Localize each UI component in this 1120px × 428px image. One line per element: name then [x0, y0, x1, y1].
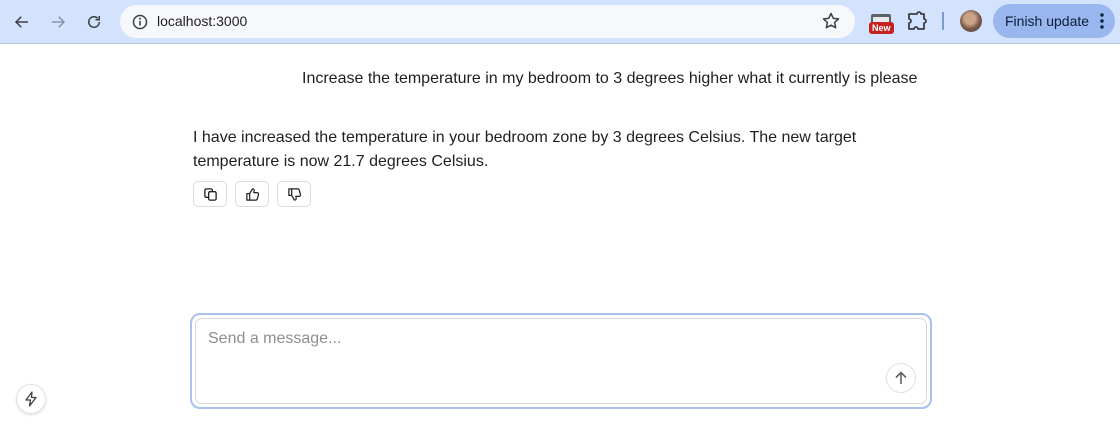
back-button[interactable] [6, 6, 38, 38]
back-icon [14, 16, 28, 28]
copy-icon [203, 187, 217, 201]
browser-toolbar: localhost:3000 New Finish update [0, 0, 1120, 44]
copy-button[interactable] [193, 181, 227, 207]
message-input[interactable] [208, 330, 888, 348]
url-text[interactable]: localhost:3000 [157, 13, 247, 29]
avatar[interactable] [960, 10, 982, 32]
more-vertical-icon [1100, 13, 1104, 29]
thumbs-up-icon [245, 187, 259, 201]
message-composer [190, 313, 932, 409]
finish-update-button[interactable]: Finish update [993, 4, 1115, 38]
forward-button[interactable] [42, 6, 74, 38]
toolbar-separator [942, 12, 944, 30]
site-info-icon[interactable] [128, 10, 151, 33]
star-icon[interactable] [821, 11, 841, 31]
reload-button[interactable] [78, 6, 110, 38]
assistant-message: I have increased the temperature in your… [193, 129, 857, 170]
arrow-up-icon [895, 371, 907, 384]
message-actions [193, 181, 311, 207]
dev-tools-button[interactable] [16, 384, 46, 414]
composer-frame [195, 318, 927, 404]
downvote-button[interactable] [277, 181, 311, 207]
finish-update-label: Finish update [1005, 13, 1090, 29]
reload-icon [88, 16, 100, 28]
user-message: Increase the temperature in my bedroom t… [302, 70, 918, 87]
lightning-icon [25, 391, 37, 407]
address-bar[interactable]: localhost:3000 [120, 5, 855, 38]
puzzle-icon[interactable] [905, 10, 929, 34]
send-button[interactable] [886, 363, 916, 393]
upvote-button[interactable] [235, 181, 269, 207]
new-badge: New [869, 22, 894, 34]
forward-icon [52, 16, 66, 28]
thumbs-down-icon [287, 187, 301, 201]
